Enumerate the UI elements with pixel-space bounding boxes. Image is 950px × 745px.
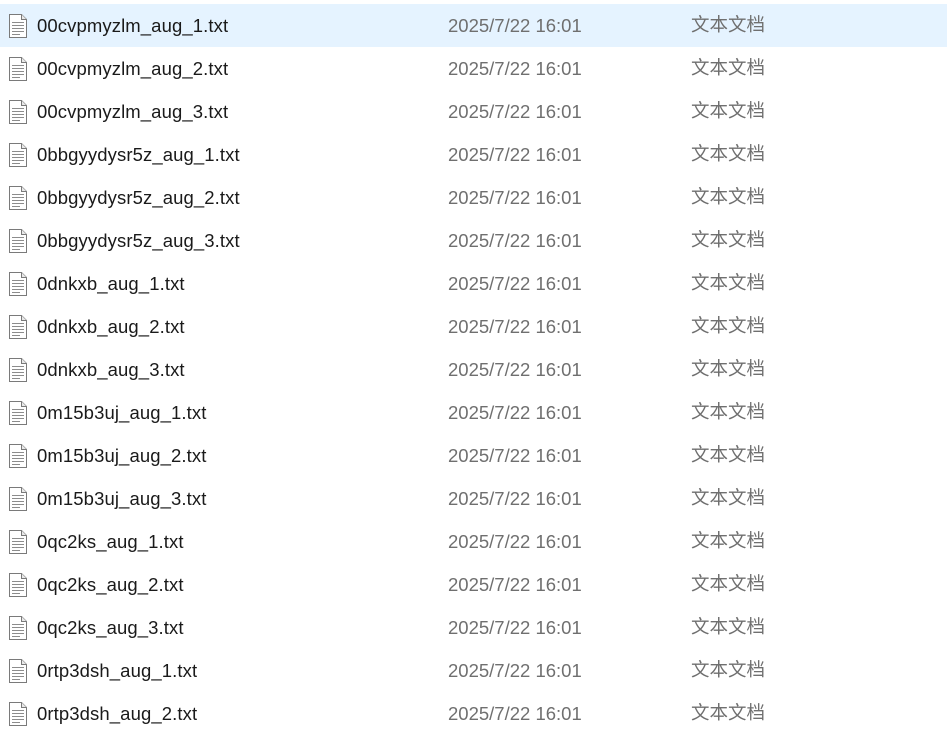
file-row[interactable]: 0bbgyydysr5z_aug_1.txt 2025/7/22 16:01 文…	[0, 133, 950, 176]
file-name: 0dnkxb_aug_1.txt	[37, 273, 185, 294]
text-file-icon	[8, 444, 28, 468]
file-type: 文本文档	[691, 402, 766, 423]
file-date-modified: 2025/7/22 16:01	[448, 359, 582, 380]
file-type: 文本文档	[691, 316, 766, 337]
text-file-icon	[8, 229, 28, 253]
file-row[interactable]: 0rtp3dsh_aug_1.txt 2025/7/22 16:01 文本文档	[0, 649, 950, 692]
file-name: 0m15b3uj_aug_2.txt	[37, 445, 207, 466]
file-type: 文本文档	[691, 445, 766, 466]
file-row[interactable]: 00cvpmyzlm_aug_2.txt 2025/7/22 16:01 文本文…	[0, 47, 950, 90]
file-type: 文本文档	[691, 58, 766, 79]
text-file-icon	[8, 358, 28, 382]
file-type: 文本文档	[691, 660, 766, 681]
file-date-modified: 2025/7/22 16:01	[448, 15, 582, 36]
file-row[interactable]: 0m15b3uj_aug_1.txt 2025/7/22 16:01 文本文档	[0, 391, 950, 434]
file-date-modified: 2025/7/22 16:01	[448, 703, 582, 724]
file-name: 0m15b3uj_aug_1.txt	[37, 402, 207, 423]
file-name: 0dnkxb_aug_2.txt	[37, 316, 185, 337]
file-type: 文本文档	[691, 703, 766, 724]
file-row[interactable]: 00cvpmyzlm_aug_3.txt 2025/7/22 16:01 文本文…	[0, 90, 950, 133]
text-file-icon	[8, 143, 28, 167]
file-type: 文本文档	[691, 531, 766, 552]
text-file-icon	[8, 530, 28, 554]
text-file-icon	[8, 659, 28, 683]
file-type: 文本文档	[691, 617, 766, 638]
file-name: 0qc2ks_aug_1.txt	[37, 531, 184, 552]
file-type: 文本文档	[691, 273, 766, 294]
text-file-icon	[8, 315, 28, 339]
file-name: 00cvpmyzlm_aug_3.txt	[37, 101, 229, 122]
file-row[interactable]: 0dnkxb_aug_3.txt 2025/7/22 16:01 文本文档	[0, 348, 950, 391]
file-name: 0m15b3uj_aug_3.txt	[37, 488, 207, 509]
file-date-modified: 2025/7/22 16:01	[448, 402, 582, 423]
file-type: 文本文档	[691, 15, 766, 36]
file-name: 0bbgyydysr5z_aug_3.txt	[37, 230, 240, 251]
file-name: 0qc2ks_aug_2.txt	[37, 574, 184, 595]
file-row[interactable]: 0rtp3dsh_aug_2.txt 2025/7/22 16:01 文本文档	[0, 692, 950, 735]
file-row[interactable]: 0m15b3uj_aug_2.txt 2025/7/22 16:01 文本文档	[0, 434, 950, 477]
text-file-icon	[8, 14, 28, 38]
file-date-modified: 2025/7/22 16:01	[448, 660, 582, 681]
text-file-icon	[8, 702, 28, 726]
file-type: 文本文档	[691, 488, 766, 509]
file-list: 00cvpmyzlm_aug_1.txt 2025/7/22 16:01 文本文…	[0, 4, 950, 735]
file-name: 0rtp3dsh_aug_2.txt	[37, 703, 198, 724]
file-name: 0bbgyydysr5z_aug_1.txt	[37, 144, 240, 165]
text-file-icon	[8, 186, 28, 210]
file-row[interactable]: 0qc2ks_aug_1.txt 2025/7/22 16:01 文本文档	[0, 520, 950, 563]
text-file-icon	[8, 57, 28, 81]
file-type: 文本文档	[691, 144, 766, 165]
text-file-icon	[8, 487, 28, 511]
file-date-modified: 2025/7/22 16:01	[448, 58, 582, 79]
file-row[interactable]: 0m15b3uj_aug_3.txt 2025/7/22 16:01 文本文档	[0, 477, 950, 520]
file-date-modified: 2025/7/22 16:01	[448, 101, 582, 122]
file-row[interactable]: 0dnkxb_aug_2.txt 2025/7/22 16:01 文本文档	[0, 305, 950, 348]
file-name: 0dnkxb_aug_3.txt	[37, 359, 185, 380]
text-file-icon	[8, 401, 28, 425]
file-type: 文本文档	[691, 574, 766, 595]
file-date-modified: 2025/7/22 16:01	[448, 316, 582, 337]
file-type: 文本文档	[691, 101, 766, 122]
file-date-modified: 2025/7/22 16:01	[448, 617, 582, 638]
text-file-icon	[8, 616, 28, 640]
file-date-modified: 2025/7/22 16:01	[448, 187, 582, 208]
file-row[interactable]: 0qc2ks_aug_3.txt 2025/7/22 16:01 文本文档	[0, 606, 950, 649]
file-date-modified: 2025/7/22 16:01	[448, 230, 582, 251]
file-row[interactable]: 0bbgyydysr5z_aug_2.txt 2025/7/22 16:01 文…	[0, 176, 950, 219]
file-row[interactable]: 00cvpmyzlm_aug_1.txt 2025/7/22 16:01 文本文…	[0, 4, 947, 47]
file-date-modified: 2025/7/22 16:01	[448, 273, 582, 294]
file-type: 文本文档	[691, 230, 766, 251]
file-name: 00cvpmyzlm_aug_1.txt	[37, 15, 229, 36]
text-file-icon	[8, 100, 28, 124]
file-name: 0rtp3dsh_aug_1.txt	[37, 660, 198, 681]
file-date-modified: 2025/7/22 16:01	[448, 488, 582, 509]
file-name: 0qc2ks_aug_3.txt	[37, 617, 184, 638]
file-type: 文本文档	[691, 359, 766, 380]
file-date-modified: 2025/7/22 16:01	[448, 144, 582, 165]
file-date-modified: 2025/7/22 16:01	[448, 445, 582, 466]
file-name: 0bbgyydysr5z_aug_2.txt	[37, 187, 240, 208]
file-row[interactable]: 0dnkxb_aug_1.txt 2025/7/22 16:01 文本文档	[0, 262, 950, 305]
file-name: 00cvpmyzlm_aug_2.txt	[37, 58, 229, 79]
text-file-icon	[8, 272, 28, 296]
file-row[interactable]: 0bbgyydysr5z_aug_3.txt 2025/7/22 16:01 文…	[0, 219, 950, 262]
file-row[interactable]: 0qc2ks_aug_2.txt 2025/7/22 16:01 文本文档	[0, 563, 950, 606]
text-file-icon	[8, 573, 28, 597]
file-date-modified: 2025/7/22 16:01	[448, 531, 582, 552]
file-date-modified: 2025/7/22 16:01	[448, 574, 582, 595]
file-type: 文本文档	[691, 187, 766, 208]
